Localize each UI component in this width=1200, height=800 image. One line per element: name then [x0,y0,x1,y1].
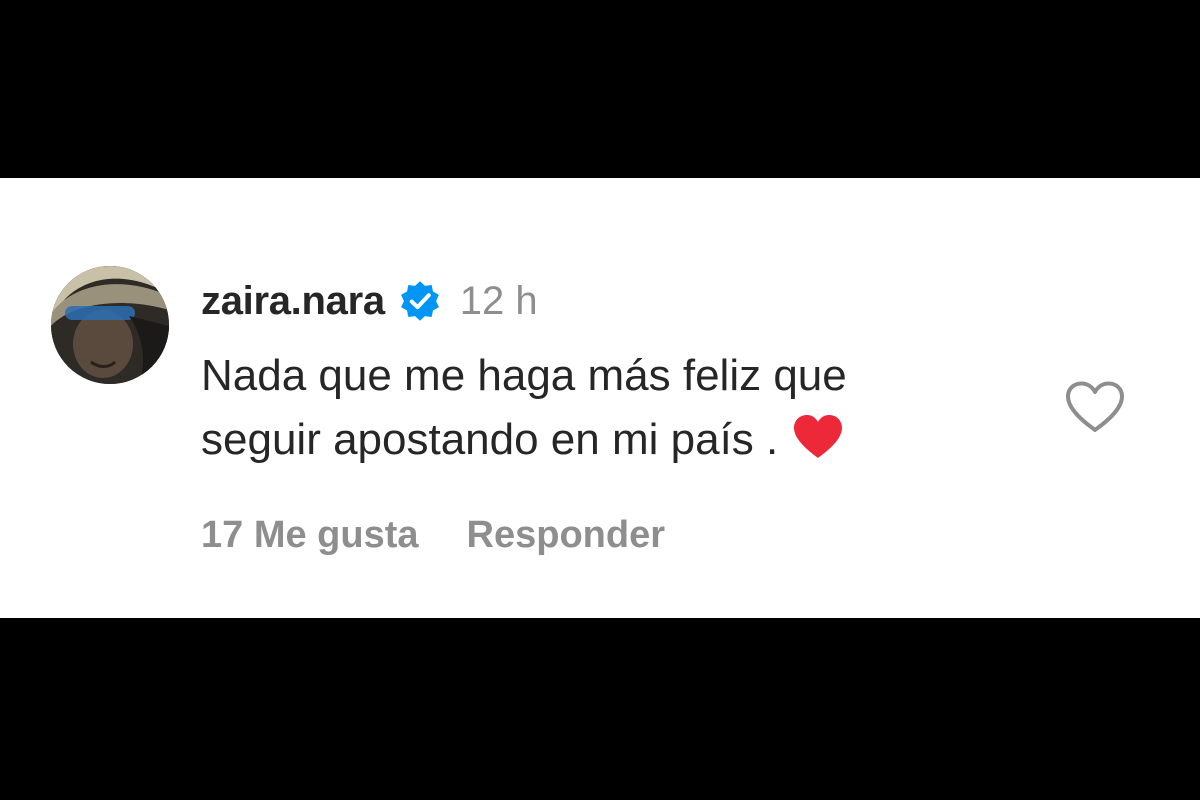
comment-body: zaira.nara 12 h Nada que me haga más fel… [201,276,1021,557]
comment-text-line-2-wrapper: seguir apostando en mi país . [201,408,981,472]
comment-header: zaira.nara 12 h [201,276,1021,326]
timestamp: 12 h [459,278,538,323]
comment-card: zaira.nara 12 h Nada que me haga más fel… [0,178,1200,618]
avatar[interactable] [51,266,169,384]
heart-outline-icon[interactable] [1064,380,1126,434]
reply-button[interactable]: Responder [467,514,665,557]
screenshot-frame: zaira.nara 12 h Nada que me haga más fel… [0,0,1200,800]
comment-text: Nada que me haga más feliz que seguir ap… [201,344,981,472]
red-heart-emoji [792,414,844,460]
avatar-photo [51,266,169,384]
likes-count[interactable]: 17 Me gusta [201,514,419,557]
comment-text-line-1: Nada que me haga más feliz que [201,351,847,400]
comment-actions: 17 Me gusta Responder [201,514,1021,557]
comment-text-line-2: seguir apostando en mi país . [201,415,779,464]
username[interactable]: zaira.nara [201,279,385,324]
verified-badge-icon [398,279,442,323]
